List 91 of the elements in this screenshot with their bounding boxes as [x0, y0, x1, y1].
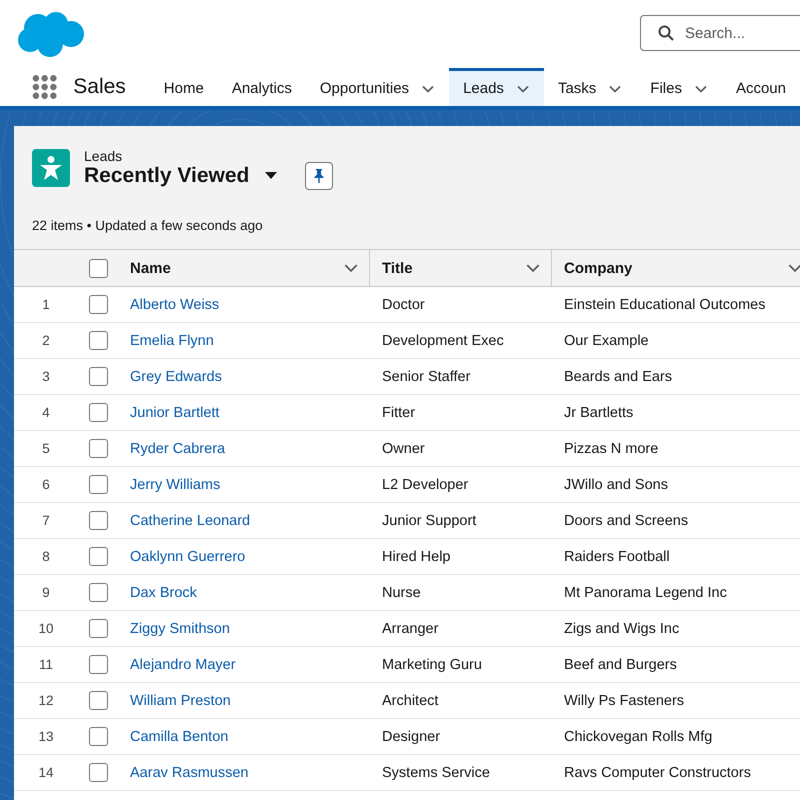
lead-name-link[interactable]: Emelia Flynn — [130, 332, 214, 348]
table-cell: L2 Developer — [382, 476, 468, 492]
table-cell: Junior Support — [382, 512, 476, 528]
table-cell: Chickovegan Rolls Mfg — [564, 728, 712, 744]
row-checkbox[interactable] — [88, 583, 108, 602]
row-checkbox[interactable] — [88, 439, 108, 458]
nav-tab[interactable]: Home — [150, 68, 218, 106]
lead-name-link[interactable]: Ziggy Smithson — [130, 620, 230, 636]
table-cell: Doors and Screens — [564, 512, 688, 528]
row-number: 6 — [14, 467, 78, 503]
row-number: 12 — [14, 683, 78, 719]
table-cell: Mt Panorama Legend Inc — [564, 584, 727, 600]
row-checkbox[interactable] — [88, 403, 108, 422]
table-cell: Our Example — [564, 332, 649, 348]
row-checkbox[interactable] — [88, 331, 108, 350]
row-checkbox[interactable] — [88, 655, 108, 674]
row-number: 4 — [14, 395, 78, 431]
row-number: 3 — [14, 359, 78, 395]
row-number: 1 — [14, 287, 78, 323]
row-number: 11 — [14, 647, 78, 683]
table-cell: Doctor — [382, 296, 425, 312]
table-cell: Willy Ps Fasteners — [564, 692, 684, 708]
table-cell: Systems Service — [382, 764, 490, 780]
lead-name-link[interactable]: Oaklynn Guerrero — [130, 548, 246, 564]
table-cell: Einstein Educational Outcomes — [564, 296, 766, 312]
table-cell: Owner — [382, 440, 425, 456]
nav-tab[interactable]: Tasks — [544, 68, 636, 106]
row-checkbox[interactable] — [88, 367, 108, 386]
table-cell: Ravs Computer Constructors — [564, 764, 751, 780]
table-cell: Designer — [382, 728, 440, 744]
list-view-selector[interactable]: Recently Viewed — [84, 164, 278, 188]
lead-name-link[interactable]: Alberto Weiss — [130, 296, 220, 312]
nav-tab[interactable]: Leads — [449, 68, 544, 106]
lead-name-link[interactable]: Dax Brock — [130, 584, 197, 600]
cloud-logo — [16, 10, 84, 58]
lead-name-link[interactable]: Aarav Rasmussen — [130, 764, 248, 780]
caret-icon — [265, 172, 278, 180]
row-checkbox[interactable] — [88, 691, 108, 710]
row-checkbox[interactable] — [88, 763, 108, 782]
lead-name-link[interactable]: Camilla Benton — [130, 728, 228, 744]
table-cell: Hired Help — [382, 548, 450, 564]
column-header[interactable]: Company — [552, 250, 800, 286]
lead-name-link[interactable]: Grey Edwards — [130, 368, 222, 384]
lead-name-link[interactable]: Junior Bartlett — [130, 404, 220, 420]
row-number: 8 — [14, 539, 78, 575]
table-cell: Marketing Guru — [382, 656, 482, 672]
lead-name-link[interactable]: Ryder Cabrera — [130, 440, 226, 456]
row-checkbox[interactable] — [88, 619, 108, 638]
app-name: Sales — [73, 75, 126, 99]
pin-button[interactable] — [305, 162, 334, 190]
app-launcher-icon[interactable] — [32, 74, 58, 100]
pin-icon — [314, 169, 324, 183]
row-number: 2 — [14, 323, 78, 359]
table-cell: Senior Staffer — [382, 368, 470, 384]
table-cell: Raiders Football — [564, 548, 670, 564]
table-cell: JWillo and Sons — [564, 476, 668, 492]
row-number: 9 — [14, 575, 78, 611]
table-cell: Jr Bartletts — [564, 404, 634, 420]
list-status: 22 items • Updated a few seconds ago — [32, 218, 264, 233]
row-checkbox[interactable] — [88, 547, 108, 566]
table-cell: Beef and Burgers — [564, 656, 677, 672]
table-cell: Arranger — [382, 620, 438, 636]
row-number: 13 — [14, 719, 78, 755]
row-checkbox[interactable] — [88, 475, 108, 494]
table-cell: Pizzas N more — [564, 440, 658, 456]
table-cell: Nurse — [382, 584, 421, 600]
table-cell: Fitter — [382, 404, 416, 420]
search-icon — [658, 25, 674, 41]
nav-tab[interactable]: Analytics — [218, 68, 306, 106]
lead-name-link[interactable]: William Preston — [130, 692, 231, 708]
lead-icon — [32, 149, 70, 187]
nav-tab[interactable]: Accoun — [722, 68, 800, 106]
row-checkbox[interactable] — [88, 727, 108, 746]
lead-name-link[interactable]: Alejandro Mayer — [130, 656, 236, 672]
row-number: 14 — [14, 755, 78, 791]
table-cell: Beards and Ears — [564, 368, 672, 384]
row-number: 7 — [14, 503, 78, 539]
row-number: 10 — [14, 611, 78, 647]
nav-tab[interactable]: Opportunities — [306, 68, 450, 106]
search-field[interactable]: Search... — [640, 15, 800, 51]
table-cell: Development Exec — [382, 332, 504, 348]
table-cell: Zigs and Wigs Inc — [564, 620, 680, 636]
select-all-checkbox[interactable] — [88, 258, 108, 278]
nav-tab[interactable]: Files — [636, 68, 722, 106]
row-number: 5 — [14, 431, 78, 467]
row-checkbox[interactable] — [88, 511, 108, 530]
object-label: Leads — [84, 148, 124, 164]
row-checkbox[interactable] — [88, 295, 108, 314]
table-cell: Architect — [382, 692, 438, 708]
lead-name-link[interactable]: Jerry Williams — [130, 476, 220, 492]
lead-name-link[interactable]: Catherine Leonard — [130, 512, 250, 528]
